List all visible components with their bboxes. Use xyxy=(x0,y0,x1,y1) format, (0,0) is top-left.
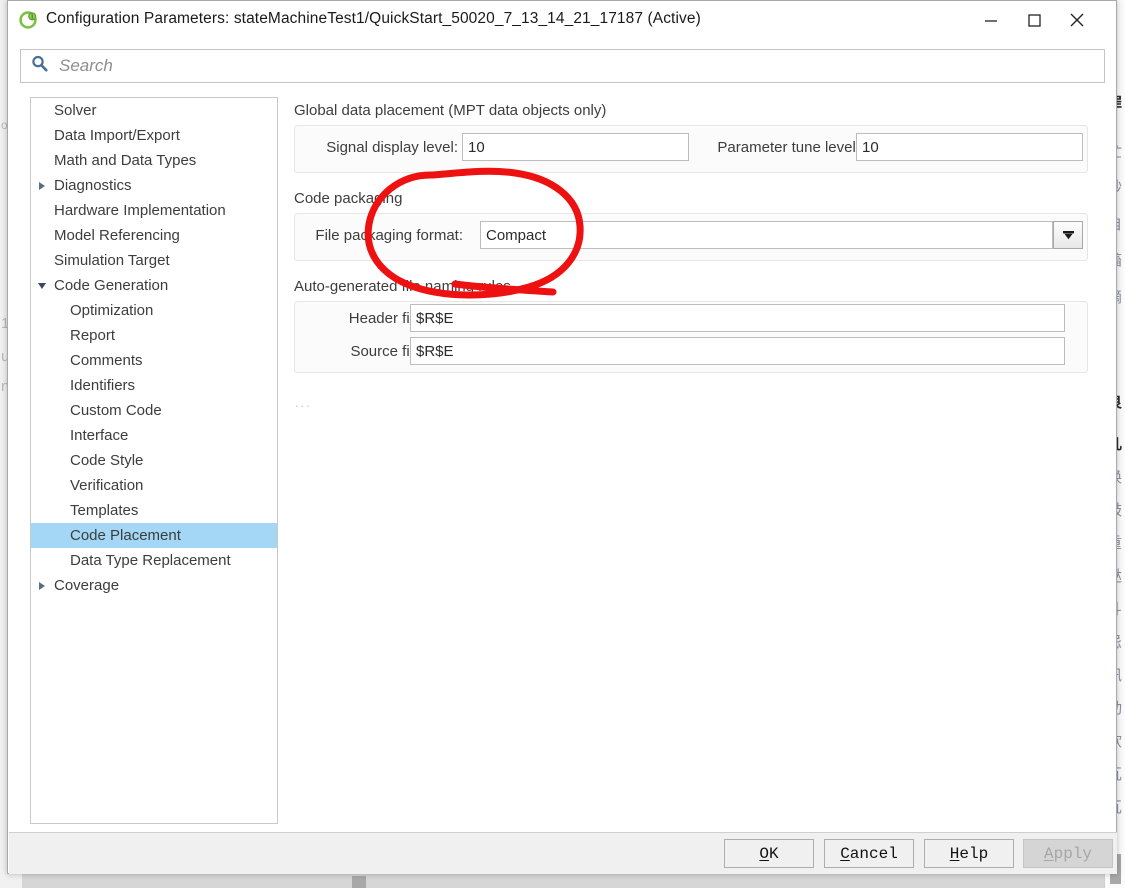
tree-item-label: Identifiers xyxy=(70,377,136,394)
tree-item-label: Data Type Replacement xyxy=(70,552,231,569)
tree-item-data-import-export[interactable]: Data Import/Export xyxy=(31,123,277,148)
apply-button[interactable]: Apply xyxy=(1023,839,1113,868)
title-bar: Configuration Parameters: stateMachineTe… xyxy=(8,1,1116,39)
tree-item-label: Coverage xyxy=(54,577,120,594)
tree-item-label: Hardware Implementation xyxy=(54,202,226,219)
tree-item-coverage[interactable]: Coverage xyxy=(31,573,277,598)
group-label-auto-generated-file-naming-rules: Auto-generated file naming rules xyxy=(294,278,511,295)
tree-item-label: Optimization xyxy=(70,302,154,319)
overflow-ellipsis: ... xyxy=(295,395,312,410)
source-files-input[interactable] xyxy=(410,337,1065,365)
file-packaging-format-input[interactable] xyxy=(480,221,1053,249)
tree-item-code-placement[interactable]: Code Placement xyxy=(31,523,277,548)
chevron-down-icon[interactable] xyxy=(38,283,46,289)
cancel-button-label: Cancel xyxy=(840,845,898,863)
close-icon[interactable] xyxy=(1054,1,1100,39)
file-packaging-format-label: File packaging format: xyxy=(315,227,463,244)
search-bar[interactable] xyxy=(20,49,1105,83)
configuration-parameters-dialog: Configuration Parameters: stateMachineTe… xyxy=(7,0,1117,874)
group-label-code-packaging: Code packaging xyxy=(294,190,403,207)
apply-mnemonic: A xyxy=(1043,844,1054,863)
tree-item-label: Verification xyxy=(70,477,144,494)
parameter-tune-level-label: Parameter tune level: xyxy=(717,139,860,156)
tree-item-label: Diagnostics xyxy=(54,177,132,194)
tree-item-data-type-replacement[interactable]: Data Type Replacement xyxy=(31,548,277,573)
tree-item-solver[interactable]: Solver xyxy=(31,98,277,123)
tree-item-report[interactable]: Report xyxy=(31,323,277,348)
tree-item-identifiers[interactable]: Identifiers xyxy=(31,373,277,398)
tree-item-label: Math and Data Types xyxy=(54,152,197,169)
window-title: Configuration Parameters: stateMachineTe… xyxy=(46,10,701,27)
minimize-icon[interactable] xyxy=(968,1,1014,39)
tree-item-hardware-implementation[interactable]: Hardware Implementation xyxy=(31,198,277,223)
chevron-right-icon[interactable] xyxy=(39,582,45,590)
group-label-global-data-placement: Global data placement (MPT data objects … xyxy=(294,102,607,119)
tree-item-comments[interactable]: Comments xyxy=(31,348,277,373)
dialog-footer: OK Cancel Help Apply xyxy=(9,832,1117,874)
ok-button-label: OK xyxy=(759,845,778,863)
cancel-mnemonic: C xyxy=(840,844,850,863)
chevron-down-icon[interactable] xyxy=(1053,221,1083,249)
background-horizontal-scrollbar-thumb[interactable] xyxy=(352,876,366,888)
tree-item-simulation-target[interactable]: Simulation Target xyxy=(31,248,277,273)
apply-button-label: Apply xyxy=(1044,845,1092,863)
tree-item-code-style[interactable]: Code Style xyxy=(31,448,277,473)
tree-item-interface[interactable]: Interface xyxy=(31,423,277,448)
signal-display-level-label: Signal display level: xyxy=(326,139,458,156)
tree-item-label: Interface xyxy=(70,427,129,444)
search-input[interactable] xyxy=(57,51,1104,81)
help-mnemonic: H xyxy=(949,844,960,863)
help-button-label: Help xyxy=(950,845,988,863)
cancel-post: ancel xyxy=(849,844,898,863)
tree-item-label: Simulation Target xyxy=(54,252,170,269)
tree-item-label: Code Style xyxy=(70,452,144,469)
tree-item-label: Model Referencing xyxy=(54,227,180,244)
tree-item-label: Data Import/Export xyxy=(54,127,180,144)
settings-tree[interactable]: Solver Data Import/Export Math and Data Ty… xyxy=(30,97,278,824)
tree-item-label: Solver xyxy=(54,102,97,119)
apply-post: pply xyxy=(1053,844,1092,863)
tree-item-code-generation[interactable]: Code Generation xyxy=(31,273,277,298)
tree-item-custom-code[interactable]: Custom Code xyxy=(31,398,277,423)
help-post: elp xyxy=(959,844,989,863)
maximize-icon[interactable] xyxy=(1011,1,1057,39)
signal-display-level-input[interactable] xyxy=(462,133,689,161)
tree-item-label: Comments xyxy=(70,352,143,369)
tree-item-model-referencing[interactable]: Model Referencing xyxy=(31,223,277,248)
tree-item-label: Code Generation xyxy=(54,277,169,294)
tree-item-templates[interactable]: Templates xyxy=(31,498,277,523)
tree-item-math-and-data-types[interactable]: Math and Data Types xyxy=(31,148,277,173)
main-content-pane: Global data placement (MPT data objects … xyxy=(290,97,1102,824)
help-button[interactable]: Help xyxy=(924,839,1014,868)
cancel-button[interactable]: Cancel xyxy=(824,839,914,868)
chevron-right-icon[interactable] xyxy=(39,182,45,190)
simulink-icon xyxy=(19,10,39,30)
ok-button[interactable]: OK xyxy=(724,839,814,868)
tree-item-label: Code Placement xyxy=(70,527,181,544)
tree-item-label: Templates xyxy=(70,502,139,519)
tree-item-optimization[interactable]: Optimization xyxy=(31,298,277,323)
ok-mnemonic: O xyxy=(759,844,769,863)
tree-item-label: Report xyxy=(70,327,116,344)
parameter-tune-level-input[interactable] xyxy=(856,133,1083,161)
tree-item-label: Custom Code xyxy=(70,402,162,419)
header-files-input[interactable] xyxy=(410,304,1065,332)
search-icon xyxy=(31,55,48,77)
tree-item-diagnostics[interactable]: Diagnostics xyxy=(31,173,277,198)
ok-post: K xyxy=(769,844,779,863)
tree-item-verification[interactable]: Verification xyxy=(31,473,277,498)
